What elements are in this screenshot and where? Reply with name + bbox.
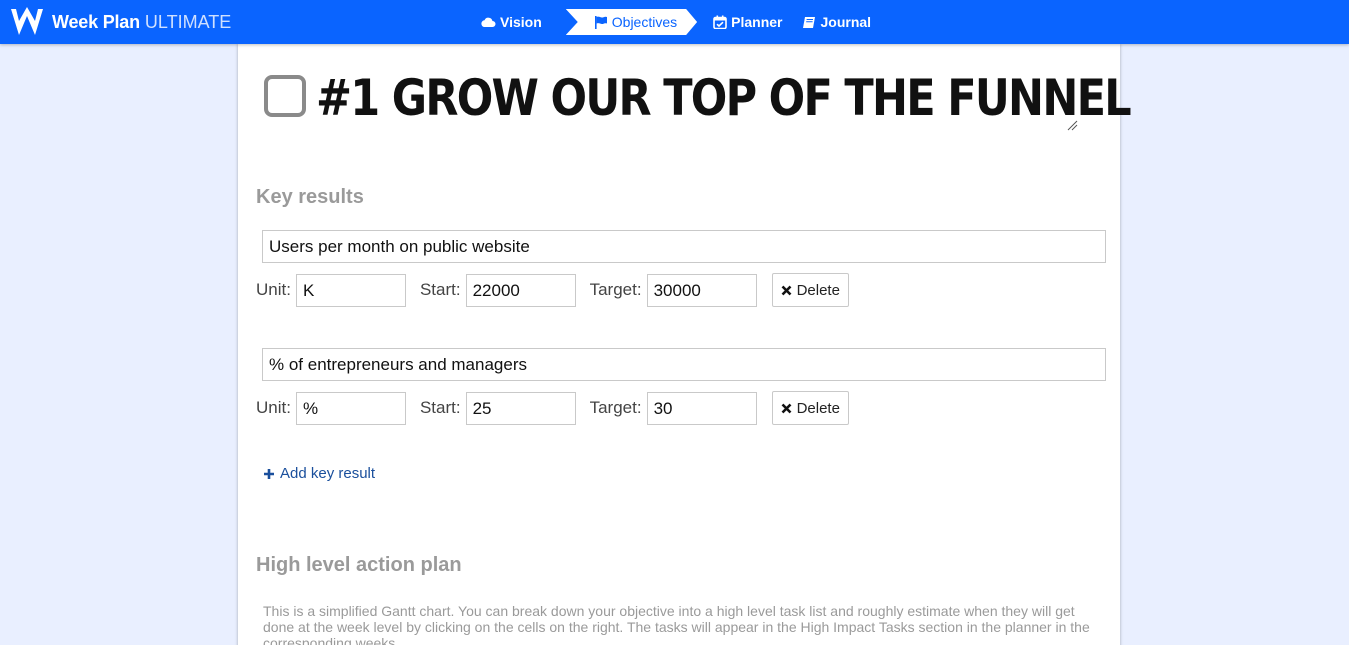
resize-grip-icon[interactable] bbox=[1066, 119, 1078, 131]
add-key-result-label: Add key result bbox=[280, 465, 376, 482]
flag-icon bbox=[594, 16, 608, 29]
objective-card: #1 GROW OUR TOP OF THE FUNNEL Key result… bbox=[238, 44, 1132, 645]
calendar-check-icon bbox=[713, 15, 727, 29]
nav-objectives-label: Objectives bbox=[611, 14, 678, 30]
target-input[interactable]: 30000 bbox=[646, 273, 757, 307]
add-key-result-link[interactable]: Add key result bbox=[263, 465, 375, 482]
key-results-heading: Key results bbox=[256, 186, 364, 208]
action-plan-description: This is a simplified Gantt chart. You ca… bbox=[263, 603, 1090, 645]
close-icon bbox=[781, 403, 791, 413]
delete-label: Delete bbox=[796, 399, 840, 417]
start-input[interactable]: 25 bbox=[465, 391, 576, 425]
plus-icon bbox=[264, 468, 274, 479]
target-input[interactable]: 30 bbox=[646, 391, 757, 425]
delete-key-result-button[interactable]: Delete bbox=[771, 273, 849, 307]
nav-planner-label: Planner bbox=[731, 14, 783, 30]
key-result-name-input[interactable]: Users per month on public website bbox=[262, 230, 1106, 263]
top-bar: Week Plan ULTIMATE Vision Objectives Pla… bbox=[0, 0, 1349, 44]
delete-key-result-button[interactable]: Delete bbox=[771, 391, 849, 425]
nav-journal[interactable]: Journal bbox=[792, 9, 881, 35]
cloud-icon bbox=[481, 17, 496, 27]
start-label: Start: bbox=[419, 398, 461, 417]
close-icon bbox=[781, 285, 791, 295]
app-name: Week Plan bbox=[52, 11, 140, 32]
key-result-row: Unit: K Start: 22000 Target: 30000 Delet… bbox=[256, 273, 849, 307]
delete-label: Delete bbox=[796, 281, 840, 299]
start-input[interactable]: 22000 bbox=[465, 273, 576, 307]
nav-vision-label: Vision bbox=[500, 14, 542, 30]
app-edition: ULTIMATE bbox=[144, 11, 232, 32]
action-plan-heading: High level action plan bbox=[256, 554, 462, 576]
week-plan-logo-icon bbox=[11, 7, 43, 35]
unit-input[interactable]: % bbox=[295, 391, 406, 425]
unit-input[interactable]: K bbox=[295, 273, 406, 307]
target-label: Target: bbox=[589, 280, 642, 299]
nav-vision[interactable]: Vision bbox=[470, 9, 552, 35]
unit-label: Unit: bbox=[256, 398, 291, 417]
key-result-name-input[interactable]: % of entrepreneurs and managers bbox=[262, 348, 1106, 381]
nav-planner[interactable]: Planner bbox=[703, 9, 792, 35]
book-icon bbox=[803, 16, 816, 28]
key-result-row: Unit: % Start: 25 Target: 30 Delete bbox=[256, 391, 849, 425]
nav-journal-label: Journal bbox=[820, 14, 872, 30]
target-label: Target: bbox=[589, 398, 642, 417]
objective-complete-checkbox[interactable] bbox=[264, 75, 306, 117]
main-nav: Vision Objectives Planner Journal bbox=[470, 9, 881, 35]
start-label: Start: bbox=[419, 280, 461, 299]
unit-label: Unit: bbox=[256, 280, 291, 299]
objective-title-field[interactable]: #1 GROW OUR TOP OF THE FUNNEL bbox=[316, 70, 1132, 130]
nav-objectives[interactable]: Objectives bbox=[566, 9, 697, 35]
brand[interactable]: Week Plan ULTIMATE bbox=[10, 7, 231, 37]
